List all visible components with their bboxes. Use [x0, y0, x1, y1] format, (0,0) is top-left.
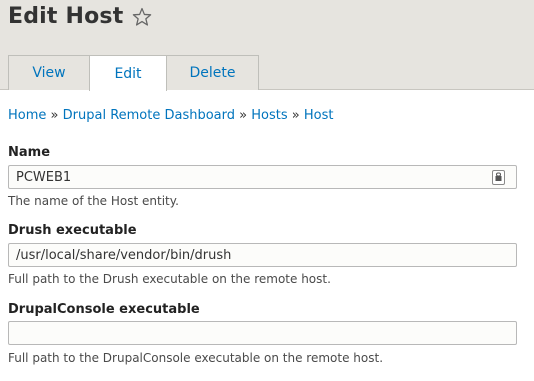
breadcrumb-separator: » — [50, 108, 59, 123]
tab-view-label: View — [32, 65, 66, 81]
star-outline-icon[interactable] — [131, 6, 153, 28]
title-row: Edit Host — [8, 4, 153, 29]
tab-edit-label: Edit — [114, 65, 142, 82]
breadcrumb-dashboard[interactable]: Drupal Remote Dashboard — [63, 108, 235, 123]
tab-delete[interactable]: Delete — [166, 55, 259, 90]
drush-label: Drush executable — [8, 223, 137, 238]
console-description: Full path to the DrupalConsole executabl… — [8, 351, 384, 365]
breadcrumb-home[interactable]: Home — [8, 108, 46, 123]
console-field[interactable] — [8, 321, 517, 345]
breadcrumb-host[interactable]: Host — [304, 108, 334, 123]
console-label: DrupalConsole executable — [8, 302, 200, 317]
page-header: Edit Host View Edit Delete — [0, 0, 534, 91]
tab-delete-label: Delete — [189, 65, 236, 81]
breadcrumb: Home » Drupal Remote Dashboard » Hosts »… — [8, 108, 334, 123]
breadcrumb-separator: » — [291, 108, 300, 123]
page-title: Edit Host — [8, 4, 124, 29]
name-label: Name — [8, 145, 51, 160]
tab-view[interactable]: View — [8, 55, 90, 90]
primary-tabs: View Edit Delete — [8, 55, 259, 91]
drush-description: Full path to the Drush executable on the… — [8, 272, 331, 286]
drush-field[interactable] — [8, 243, 517, 267]
breadcrumb-hosts[interactable]: Hosts — [251, 108, 287, 123]
name-field[interactable] — [8, 165, 517, 189]
password-manager-icon[interactable] — [492, 170, 505, 185]
tab-edit[interactable]: Edit — [89, 55, 167, 91]
name-description: The name of the Host entity. — [8, 194, 179, 208]
breadcrumb-separator: » — [239, 108, 248, 123]
